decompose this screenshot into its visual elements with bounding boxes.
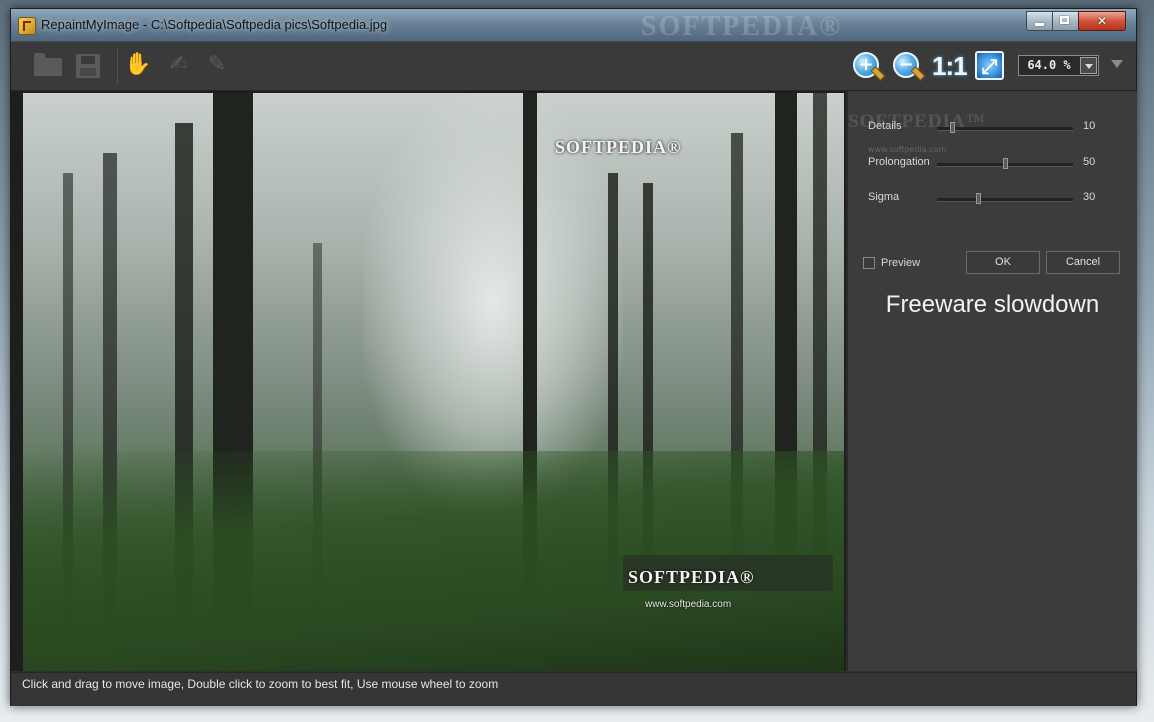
minimize-button[interactable] xyxy=(1026,11,1053,31)
paint-brush-button[interactable]: ✋ xyxy=(122,50,154,82)
toolbar-overflow-icon[interactable] xyxy=(1111,60,1123,68)
zoom-in-handle xyxy=(870,66,886,81)
status-bar: Click and drag to move image, Double cli… xyxy=(11,672,1136,706)
window-title: RepaintMyImage - C:\Softpedia\Softpedia … xyxy=(41,17,388,32)
prolongation-label: Prolongation xyxy=(868,156,930,168)
fit-to-window-button[interactable] xyxy=(975,51,1004,80)
details-label: Details xyxy=(868,120,902,132)
sigma-label: Sigma xyxy=(868,191,900,203)
zoom-out-handle xyxy=(910,66,926,81)
titlebar-watermark: SOFTPEDIA® xyxy=(641,11,843,42)
photo-watermark-url: www.softpedia.com xyxy=(645,599,732,610)
sigma-value: 30 xyxy=(1083,191,1096,203)
photo-watermark-bottom: SOFTPEDIA® xyxy=(628,567,755,587)
zoom-level-value[interactable]: 64.0 % xyxy=(1021,57,1077,74)
paint-brush-icon: ✋ xyxy=(124,52,152,77)
image-canvas[interactable]: SOFTPEDIA® SOFTPEDIA® www.softpedia.com xyxy=(11,91,846,671)
title-bar[interactable]: RepaintMyImage - C:\Softpedia\Softpedia … xyxy=(11,9,1136,42)
actual-size-button[interactable]: 1:1 xyxy=(932,51,968,82)
save-icon xyxy=(76,54,100,78)
details-slider-thumb[interactable] xyxy=(950,122,955,133)
prolongation-slider-row: Prolongation 50 xyxy=(848,156,1137,176)
sigma-slider-row: Sigma 30 xyxy=(848,191,1137,211)
close-button[interactable]: ✕ xyxy=(1078,11,1126,31)
details-value: 10 xyxy=(1083,120,1096,132)
toolbar-separator xyxy=(117,48,118,84)
forest-photo[interactable]: SOFTPEDIA® SOFTPEDIA® www.softpedia.com xyxy=(23,93,844,671)
settings-panel: SOFTPEDIA™ www.softpedia.com Details 10 … xyxy=(847,91,1137,671)
save-button[interactable] xyxy=(72,50,104,82)
freeware-notice: Freeware slowdown xyxy=(885,291,1100,318)
app-icon[interactable] xyxy=(18,17,36,35)
open-icon xyxy=(34,53,62,76)
details-slider-row: Details 10 xyxy=(848,120,1137,140)
minimize-icon xyxy=(1035,23,1044,26)
status-text: Click and drag to move image, Double cli… xyxy=(22,677,499,691)
prolongation-value: 50 xyxy=(1083,156,1096,168)
brush-stroke-button[interactable]: ✍ xyxy=(163,50,195,82)
sigma-slider-thumb[interactable] xyxy=(976,193,981,204)
maximize-button[interactable] xyxy=(1052,11,1079,31)
open-button[interactable] xyxy=(31,50,63,82)
maximize-icon xyxy=(1060,16,1069,24)
close-icon: ✕ xyxy=(1096,14,1108,28)
pen-brush-button[interactable]: ✎ xyxy=(201,50,233,82)
zoom-level-combo[interactable]: 64.0 % xyxy=(1018,55,1099,76)
cancel-button[interactable]: Cancel xyxy=(1046,251,1120,274)
pen-brush-icon: ✎ xyxy=(207,52,227,77)
details-slider[interactable] xyxy=(937,122,1073,133)
panel-watermark-url: www.softpedia.com xyxy=(868,145,947,154)
preview-checkbox[interactable] xyxy=(863,257,875,269)
photo-watermark-top: SOFTPEDIA® xyxy=(555,137,682,157)
app-window: RepaintMyImage - C:\Softpedia\Softpedia … xyxy=(10,8,1137,706)
ok-button[interactable]: OK xyxy=(966,251,1040,274)
preview-label[interactable]: Preview xyxy=(881,257,920,269)
brush-stroke-icon: ✍ xyxy=(169,52,189,77)
zoom-dropdown-arrow-icon[interactable] xyxy=(1080,57,1097,74)
prolongation-slider[interactable] xyxy=(937,158,1073,169)
toolbar: ✋ ✍ ✎ + − 1:1 64.0 % xyxy=(11,42,1136,91)
sigma-slider[interactable] xyxy=(937,193,1073,204)
prolongation-slider-thumb[interactable] xyxy=(1003,158,1008,169)
